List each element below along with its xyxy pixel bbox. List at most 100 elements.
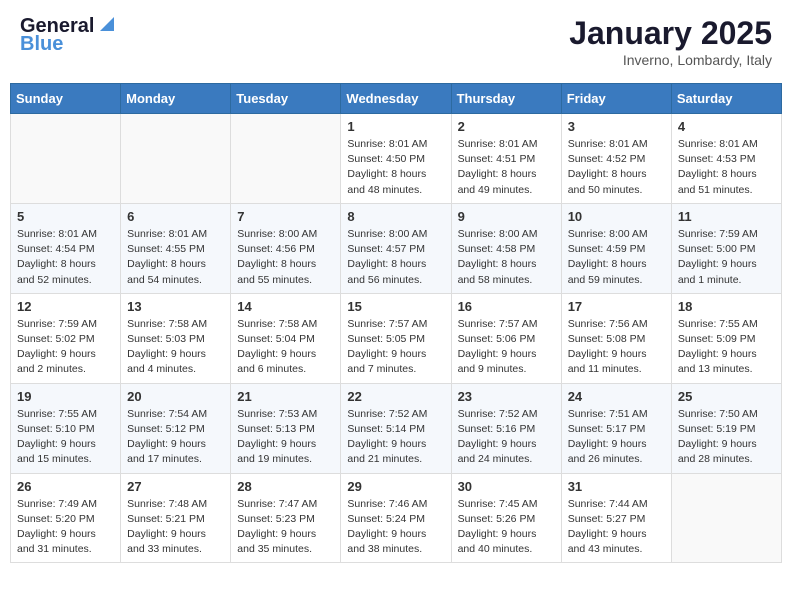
day-number: 26 (17, 479, 114, 494)
title-area: January 2025 Inverno, Lombardy, Italy (569, 15, 772, 68)
calendar-table: SundayMondayTuesdayWednesdayThursdayFrid… (10, 83, 782, 563)
day-info: Sunrise: 7:58 AMSunset: 5:03 PMDaylight:… (127, 317, 224, 378)
day-number: 31 (568, 479, 665, 494)
day-number: 21 (237, 389, 334, 404)
day-info: Sunrise: 7:53 AMSunset: 5:13 PMDaylight:… (237, 407, 334, 468)
day-number: 18 (678, 299, 775, 314)
day-info: Sunrise: 7:55 AMSunset: 5:10 PMDaylight:… (17, 407, 114, 468)
calendar-header-friday: Friday (561, 84, 671, 114)
day-info: Sunrise: 7:49 AMSunset: 5:20 PMDaylight:… (17, 497, 114, 558)
calendar-day-4: 4 Sunrise: 8:01 AMSunset: 4:53 PMDaylight… (671, 114, 781, 204)
day-info: Sunrise: 7:47 AMSunset: 5:23 PMDaylight:… (237, 497, 334, 558)
day-number: 12 (17, 299, 114, 314)
day-number: 3 (568, 119, 665, 134)
day-number: 27 (127, 479, 224, 494)
day-number: 2 (458, 119, 555, 134)
calendar-day-10: 10 Sunrise: 8:00 AMSunset: 4:59 PMDayligh… (561, 203, 671, 293)
day-info: Sunrise: 8:00 AMSunset: 4:57 PMDaylight:… (347, 227, 444, 288)
calendar-day-19: 19 Sunrise: 7:55 AMSunset: 5:10 PMDayligh… (11, 383, 121, 473)
month-title: January 2025 (569, 15, 772, 52)
day-info: Sunrise: 7:51 AMSunset: 5:17 PMDaylight:… (568, 407, 665, 468)
day-info: Sunrise: 7:57 AMSunset: 5:05 PMDaylight:… (347, 317, 444, 378)
day-info: Sunrise: 7:55 AMSunset: 5:09 PMDaylight:… (678, 317, 775, 378)
calendar-empty-cell (11, 114, 121, 204)
calendar-day-26: 26 Sunrise: 7:49 AMSunset: 5:20 PMDayligh… (11, 473, 121, 563)
day-number: 6 (127, 209, 224, 224)
calendar-day-2: 2 Sunrise: 8:01 AMSunset: 4:51 PMDaylight… (451, 114, 561, 204)
day-info: Sunrise: 7:48 AMSunset: 5:21 PMDaylight:… (127, 497, 224, 558)
day-info: Sunrise: 8:00 AMSunset: 4:59 PMDaylight:… (568, 227, 665, 288)
calendar-day-17: 17Sunrise: 7:56 AMSunset: 5:08 PMDayligh… (561, 293, 671, 383)
day-info: Sunrise: 7:54 AMSunset: 5:12 PMDaylight:… (127, 407, 224, 468)
day-info: Sunrise: 8:00 AMSunset: 4:58 PMDaylight:… (458, 227, 555, 288)
day-info: Sunrise: 8:01 AMSunset: 4:52 PMDaylight:… (568, 137, 665, 198)
calendar-day-21: 21 Sunrise: 7:53 AMSunset: 5:13 PMDayligh… (231, 383, 341, 473)
calendar-week-row: 26 Sunrise: 7:49 AMSunset: 5:20 PMDayligh… (11, 473, 782, 563)
day-number: 9 (458, 209, 555, 224)
calendar-day-12: 12 Sunrise: 7:59 AMSunset: 5:02 PMDayligh… (11, 293, 121, 383)
day-number: 29 (347, 479, 444, 494)
calendar-day-23: 23 Sunrise: 7:52 AMSunset: 5:16 PMDayligh… (451, 383, 561, 473)
day-info: Sunrise: 7:59 AMSunset: 5:00 PMDaylight:… (678, 227, 775, 288)
calendar-day-5: 5 Sunrise: 8:01 AMSunset: 4:54 PMDaylight… (11, 203, 121, 293)
day-number: 13 (127, 299, 224, 314)
calendar-header-sunday: Sunday (11, 84, 121, 114)
day-number: 20 (127, 389, 224, 404)
calendar-day-25: 25Sunrise: 7:50 AMSunset: 5:19 PMDayligh… (671, 383, 781, 473)
calendar-header-thursday: Thursday (451, 84, 561, 114)
calendar-day-8: 8 Sunrise: 8:00 AMSunset: 4:57 PMDaylight… (341, 203, 451, 293)
calendar-week-row: 1Sunrise: 8:01 AMSunset: 4:50 PMDaylight… (11, 114, 782, 204)
location-subtitle: Inverno, Lombardy, Italy (569, 52, 772, 68)
calendar-day-24: 24 Sunrise: 7:51 AMSunset: 5:17 PMDayligh… (561, 383, 671, 473)
calendar-day-3: 3 Sunrise: 8:01 AMSunset: 4:52 PMDaylight… (561, 114, 671, 204)
day-info: Sunrise: 7:44 AMSunset: 5:27 PMDaylight:… (568, 497, 665, 558)
day-info: Sunrise: 7:59 AMSunset: 5:02 PMDaylight:… (17, 317, 114, 378)
day-info: Sunrise: 7:58 AMSunset: 5:04 PMDaylight:… (237, 317, 334, 378)
day-info: Sunrise: 8:01 AMSunset: 4:51 PMDaylight:… (458, 137, 555, 198)
day-number: 1 (347, 119, 444, 134)
day-number: 4 (678, 119, 775, 134)
calendar-header-tuesday: Tuesday (231, 84, 341, 114)
day-info: Sunrise: 8:00 AMSunset: 4:56 PMDaylight:… (237, 227, 334, 288)
calendar-day-15: 15Sunrise: 7:57 AMSunset: 5:05 PMDayligh… (341, 293, 451, 383)
logo: General Blue (20, 15, 118, 55)
day-info: Sunrise: 7:46 AMSunset: 5:24 PMDaylight:… (347, 497, 444, 558)
day-info: Sunrise: 7:52 AMSunset: 5:16 PMDaylight:… (458, 407, 555, 468)
calendar-week-row: 19 Sunrise: 7:55 AMSunset: 5:10 PMDayligh… (11, 383, 782, 473)
calendar-day-20: 20 Sunrise: 7:54 AMSunset: 5:12 PMDayligh… (121, 383, 231, 473)
day-info: Sunrise: 7:57 AMSunset: 5:06 PMDaylight:… (458, 317, 555, 378)
day-info: Sunrise: 8:01 AMSunset: 4:53 PMDaylight:… (678, 137, 775, 198)
day-number: 10 (568, 209, 665, 224)
page-header: General Blue January 2025 Inverno, Lomba… (10, 10, 782, 73)
calendar-header-wednesday: Wednesday (341, 84, 451, 114)
calendar-header-monday: Monday (121, 84, 231, 114)
calendar-header-saturday: Saturday (671, 84, 781, 114)
day-info: Sunrise: 8:01 AMSunset: 4:55 PMDaylight:… (127, 227, 224, 288)
calendar-empty-cell (121, 114, 231, 204)
day-number: 11 (678, 209, 775, 224)
calendar-empty-cell (231, 114, 341, 204)
calendar-header-row: SundayMondayTuesdayWednesdayThursdayFrid… (11, 84, 782, 114)
logo-text-blue: Blue (20, 33, 63, 55)
calendar-day-22: 22Sunrise: 7:52 AMSunset: 5:14 PMDayligh… (341, 383, 451, 473)
day-number: 28 (237, 479, 334, 494)
day-number: 22 (347, 389, 444, 404)
day-number: 8 (347, 209, 444, 224)
day-number: 24 (568, 389, 665, 404)
day-info: Sunrise: 7:45 AMSunset: 5:26 PMDaylight:… (458, 497, 555, 558)
day-number: 23 (458, 389, 555, 404)
calendar-day-1: 1Sunrise: 8:01 AMSunset: 4:50 PMDaylight… (341, 114, 451, 204)
calendar-day-13: 13 Sunrise: 7:58 AMSunset: 5:03 PMDayligh… (121, 293, 231, 383)
calendar-day-9: 9 Sunrise: 8:00 AMSunset: 4:58 PMDaylight… (451, 203, 561, 293)
day-number: 19 (17, 389, 114, 404)
day-info: Sunrise: 7:50 AMSunset: 5:19 PMDaylight:… (678, 407, 775, 468)
day-number: 5 (17, 209, 114, 224)
day-info: Sunrise: 8:01 AMSunset: 4:54 PMDaylight:… (17, 227, 114, 288)
calendar-empty-cell (671, 473, 781, 563)
calendar-day-30: 30 Sunrise: 7:45 AMSunset: 5:26 PMDayligh… (451, 473, 561, 563)
day-number: 30 (458, 479, 555, 494)
day-info: Sunrise: 7:56 AMSunset: 5:08 PMDaylight:… (568, 317, 665, 378)
calendar-day-11: 11 Sunrise: 7:59 AMSunset: 5:00 PMDayligh… (671, 203, 781, 293)
calendar-day-6: 6 Sunrise: 8:01 AMSunset: 4:55 PMDaylight… (121, 203, 231, 293)
calendar-week-row: 12 Sunrise: 7:59 AMSunset: 5:02 PMDayligh… (11, 293, 782, 383)
